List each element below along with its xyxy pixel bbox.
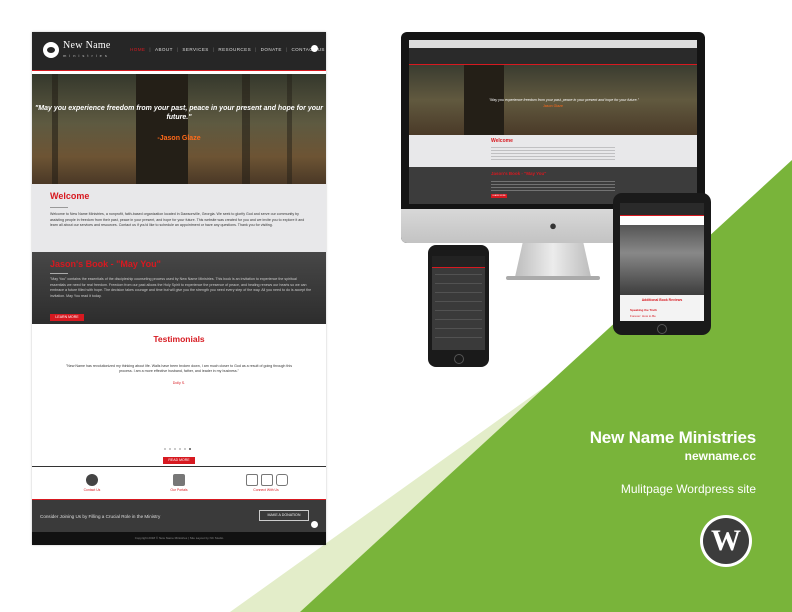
contact-icon[interactable] xyxy=(86,474,98,486)
section-divider xyxy=(32,466,326,467)
phone-menu-lines xyxy=(435,274,482,344)
project-domain: newname.cc xyxy=(684,449,756,463)
book-title: Jason's Book - "May You" xyxy=(50,259,161,269)
testimonials-title: Testimonials xyxy=(153,334,205,344)
logo-icon xyxy=(43,42,59,58)
website-mockup: New Name ministries HOME | ABOUT | SERVICE… xyxy=(32,32,326,545)
imac-foot xyxy=(506,276,600,280)
info-icon[interactable] xyxy=(311,45,318,52)
ipad-divider xyxy=(620,215,704,216)
site-nav: HOME | ABOUT | SERVICES | RESOURCES | DONATE… xyxy=(130,47,325,52)
ipad-review-item: Speaking the Truth xyxy=(630,308,658,312)
imac-stand xyxy=(515,243,591,277)
site-brand-sub: ministries xyxy=(63,53,110,58)
imac-book-title: Jason's Book - "May You" xyxy=(491,171,547,176)
imac-quote: "May you experience freedom from your pa… xyxy=(489,98,639,102)
book-body: "May You" contains the essentials of the… xyxy=(50,277,312,298)
nav-about[interactable]: ABOUT xyxy=(155,47,173,52)
portal-label[interactable]: Our Portals xyxy=(159,488,199,492)
phone-divider xyxy=(432,267,485,268)
site-brand: New Name xyxy=(63,40,111,51)
wordpress-icon: W xyxy=(700,515,752,567)
social-label[interactable]: Connect With Us xyxy=(246,488,286,492)
apple-logo-icon: ● xyxy=(549,218,557,233)
phone-screen xyxy=(432,256,485,350)
scroll-up-icon[interactable] xyxy=(311,521,318,528)
twitter-icon[interactable] xyxy=(261,474,273,486)
welcome-title: Welcome xyxy=(50,191,90,201)
imac-welcome-title: Welcome xyxy=(491,138,513,144)
imac-screen: "May you experience freedom from your pa… xyxy=(409,40,697,204)
phone-home-button xyxy=(454,354,464,364)
donate-button[interactable]: MAKE A DONATION xyxy=(259,510,309,521)
read-more-button[interactable]: READ MORE xyxy=(163,457,195,464)
tree-trunk xyxy=(287,74,292,184)
ipad-reviews-title: Additional Book Reviews xyxy=(641,298,683,302)
ipad-screen: Additional Book Reviews Speaking the Tru… xyxy=(620,203,704,321)
header-divider xyxy=(32,70,326,71)
welcome-underline xyxy=(50,207,68,208)
browser-bar xyxy=(409,40,697,48)
imac-welcome: Welcome xyxy=(409,135,697,167)
ipad-review-item-2: Forever: How to Be xyxy=(630,314,656,318)
imac-text-lines xyxy=(491,147,615,161)
imac-learn-button[interactable]: LEARN MORE xyxy=(491,194,507,198)
welcome-body: Welcome to New Name Ministries, a nonpro… xyxy=(50,212,305,228)
testimonial-author: Dolly S. xyxy=(172,381,186,385)
carousel-dots[interactable] xyxy=(164,448,191,450)
hero-quote: "May you experience freedom from your pa… xyxy=(34,105,324,121)
tree-trunk xyxy=(242,74,250,184)
nav-home[interactable]: HOME xyxy=(130,47,145,52)
hero-author: -Jason Glaze xyxy=(157,135,201,142)
copyright: Copyright 2018 © New Name Ministries | S… xyxy=(32,532,326,545)
project-subtitle: Mulitpage Wordpress site xyxy=(620,482,756,496)
nav-donate[interactable]: DONATE xyxy=(261,47,282,52)
imac-author: Jason Glaze xyxy=(543,104,563,108)
nav-resources[interactable]: RESOURCES xyxy=(218,47,251,52)
tree-trunk xyxy=(136,74,188,184)
imac-site-header xyxy=(409,48,697,64)
site-footer: Consider Joining Us by Filling a Crucial… xyxy=(32,499,326,533)
phone-header xyxy=(432,256,485,267)
contact-label[interactable]: Contact Us xyxy=(72,488,112,492)
ipad-header xyxy=(620,203,704,215)
social-icons xyxy=(246,474,288,486)
nav-services[interactable]: SERVICES xyxy=(182,47,208,52)
project-title: New Name Ministries xyxy=(589,428,756,447)
ipad-home-button xyxy=(657,324,667,334)
testimonial-text: "New Name has revolutionized my thinking… xyxy=(65,364,293,374)
imac-book-lines xyxy=(491,181,615,191)
facebook-icon[interactable] xyxy=(246,474,258,486)
site-header: New Name ministries HOME | ABOUT | SERVICE… xyxy=(32,32,326,70)
instagram-icon[interactable] xyxy=(276,474,288,486)
welcome-section: Welcome Welcome to New Name Ministries, … xyxy=(32,184,326,252)
footer-text: Consider Joining Us by Filling a Crucial… xyxy=(40,514,161,519)
ipad-reviews: Additional Book Reviews Speaking the Tru… xyxy=(620,295,704,321)
ipad-hero xyxy=(620,225,704,295)
portal-icon[interactable] xyxy=(173,474,185,486)
book-section: Jason's Book - "May You" "May You" conta… xyxy=(32,252,326,324)
tree-trunk xyxy=(52,74,58,184)
hero-banner xyxy=(32,74,326,184)
learn-more-button[interactable]: LEARN MORE xyxy=(50,314,84,321)
nav-contact[interactable]: CONTACT US xyxy=(291,47,324,52)
book-underline xyxy=(50,273,68,274)
